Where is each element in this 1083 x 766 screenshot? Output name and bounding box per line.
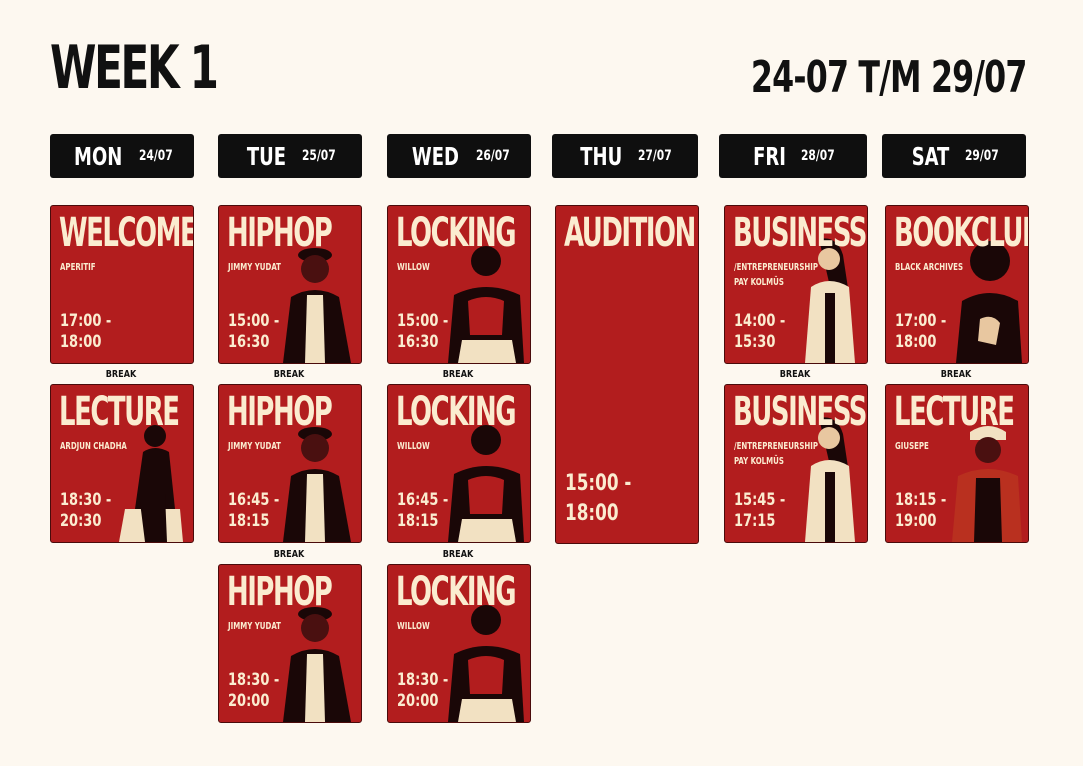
session-time: 14:00 - 15:30 [734,311,786,352]
session-title: LECTURE [59,389,180,435]
session-title: WELCOME [59,210,194,256]
session-subtitle: /ENTREPRENEURSHIP PAY KOLMÜS [734,260,818,290]
session-subtitle: GIUSEPE [895,441,929,452]
session-subtitle-line: /ENTREPRENEURSHIP [734,262,819,273]
session-time: 18:30 - 20:00 [397,670,449,711]
session-time: 15:00 - 16:30 [228,311,280,352]
day-date: 24/07 [139,148,174,164]
day-name: WED [411,141,459,171]
session-title: LOCKING [396,569,517,615]
session-card-locking[interactable]: LOCKING WILLOW 15:00 - 16:30 [387,205,531,364]
session-subtitle: WILLOW [397,441,430,452]
session-card-business[interactable]: BUSINESS /ENTREPRENEURSHIP PAY KOLMÜS 15:… [724,384,868,543]
session-title: LOCKING [396,389,517,435]
session-speaker: PAY KOLMÜS [734,456,784,467]
day-header-mon: MON 24/07 [50,134,194,178]
session-title: BOOKCLUB [894,210,1029,256]
break-label: BREAK [442,549,474,560]
session-speaker: PAY KOLMÜS [734,277,784,288]
day-header-thu: THU 27/07 [552,134,698,178]
day-date: 25/07 [301,148,336,164]
session-subtitle: ARDJUN CHADHA [60,441,127,452]
break-label: BREAK [105,369,137,380]
session-time: 15:00 - 16:30 [397,311,449,352]
session-title: HIPHOP [227,569,333,615]
session-title: HIPHOP [227,210,333,256]
day-date: 29/07 [964,148,999,164]
day-name: MON [74,141,123,171]
session-subtitle: JIMMY YUDAT [228,262,281,273]
session-subtitle: JIMMY YUDAT [228,441,281,452]
session-subtitle: BLACK ARCHIVES [895,262,964,273]
session-card-lecture[interactable]: LECTURE ARDJUN CHADHA 18:30 - 20:30 [50,384,194,543]
session-time: 17:00 - 18:00 [895,311,947,352]
day-header-fri: FRI 28/07 [719,134,867,178]
session-time: 15:00 - 18:00 [565,471,632,526]
session-time: 17:00 - 18:00 [60,311,112,352]
day-date: 26/07 [475,148,510,164]
session-title: LOCKING [396,210,517,256]
session-time: 16:45 - 18:15 [228,490,280,531]
session-card-business[interactable]: BUSINESS /ENTREPRENEURSHIP PAY KOLMÜS 14:… [724,205,868,364]
session-time: 15:45 - 17:15 [734,490,786,531]
break-label: BREAK [940,369,972,380]
session-card-bookclub[interactable]: BOOKCLUB BLACK ARCHIVES 17:00 - 18:00 [885,205,1029,364]
session-card-hiphop[interactable]: HIPHOP JIMMY YUDAT 18:30 - 20:00 [218,564,362,723]
break-label: BREAK [442,369,474,380]
session-card-locking[interactable]: LOCKING WILLOW 16:45 - 18:15 [387,384,531,543]
day-header-sat: SAT 29/07 [882,134,1026,178]
day-name: THU [580,141,623,171]
day-header-tue: TUE 25/07 [218,134,362,178]
break-label: BREAK [779,369,811,380]
session-subtitle: JIMMY YUDAT [228,621,281,632]
page-title: WEEK 1 [50,33,219,103]
session-time: 18:30 - 20:00 [228,670,280,711]
day-name: SAT [911,141,949,171]
session-title: HIPHOP [227,389,333,435]
break-label: BREAK [273,549,305,560]
break-label: BREAK [273,369,305,380]
session-subtitle: APERITIF [60,262,96,273]
day-name: TUE [246,141,286,171]
session-title: BUSINESS [733,210,867,256]
session-card-locking[interactable]: LOCKING WILLOW 18:30 - 20:00 [387,564,531,723]
session-title: AUDITION [564,210,696,256]
session-card-lecture[interactable]: LECTURE GIUSEPE 18:15 - 19:00 [885,384,1029,543]
session-subtitle-line: /ENTREPRENEURSHIP [734,441,819,452]
session-title: BUSINESS [733,389,867,435]
session-subtitle: /ENTREPRENEURSHIP PAY KOLMÜS [734,439,818,469]
session-time: 18:15 - 19:00 [895,490,947,531]
session-time: 18:30 - 20:30 [60,490,112,531]
date-range: 24-07 T/M 29/07 [751,52,1028,103]
session-card-welcome[interactable]: WELCOME APERITIF 17:00 - 18:00 [50,205,194,364]
session-card-hiphop[interactable]: HIPHOP JIMMY YUDAT 15:00 - 16:30 [218,205,362,364]
session-subtitle: WILLOW [397,621,430,632]
session-card-hiphop[interactable]: HIPHOP JIMMY YUDAT 16:45 - 18:15 [218,384,362,543]
session-card-audition[interactable]: AUDITION 15:00 - 18:00 [555,205,699,544]
day-name: FRI [752,141,786,171]
session-subtitle: WILLOW [397,262,430,273]
day-date: 27/07 [638,148,673,164]
day-header-wed: WED 26/07 [387,134,531,178]
day-date: 28/07 [800,148,835,164]
session-time: 16:45 - 18:15 [397,490,449,531]
session-title: LECTURE [894,389,1015,435]
